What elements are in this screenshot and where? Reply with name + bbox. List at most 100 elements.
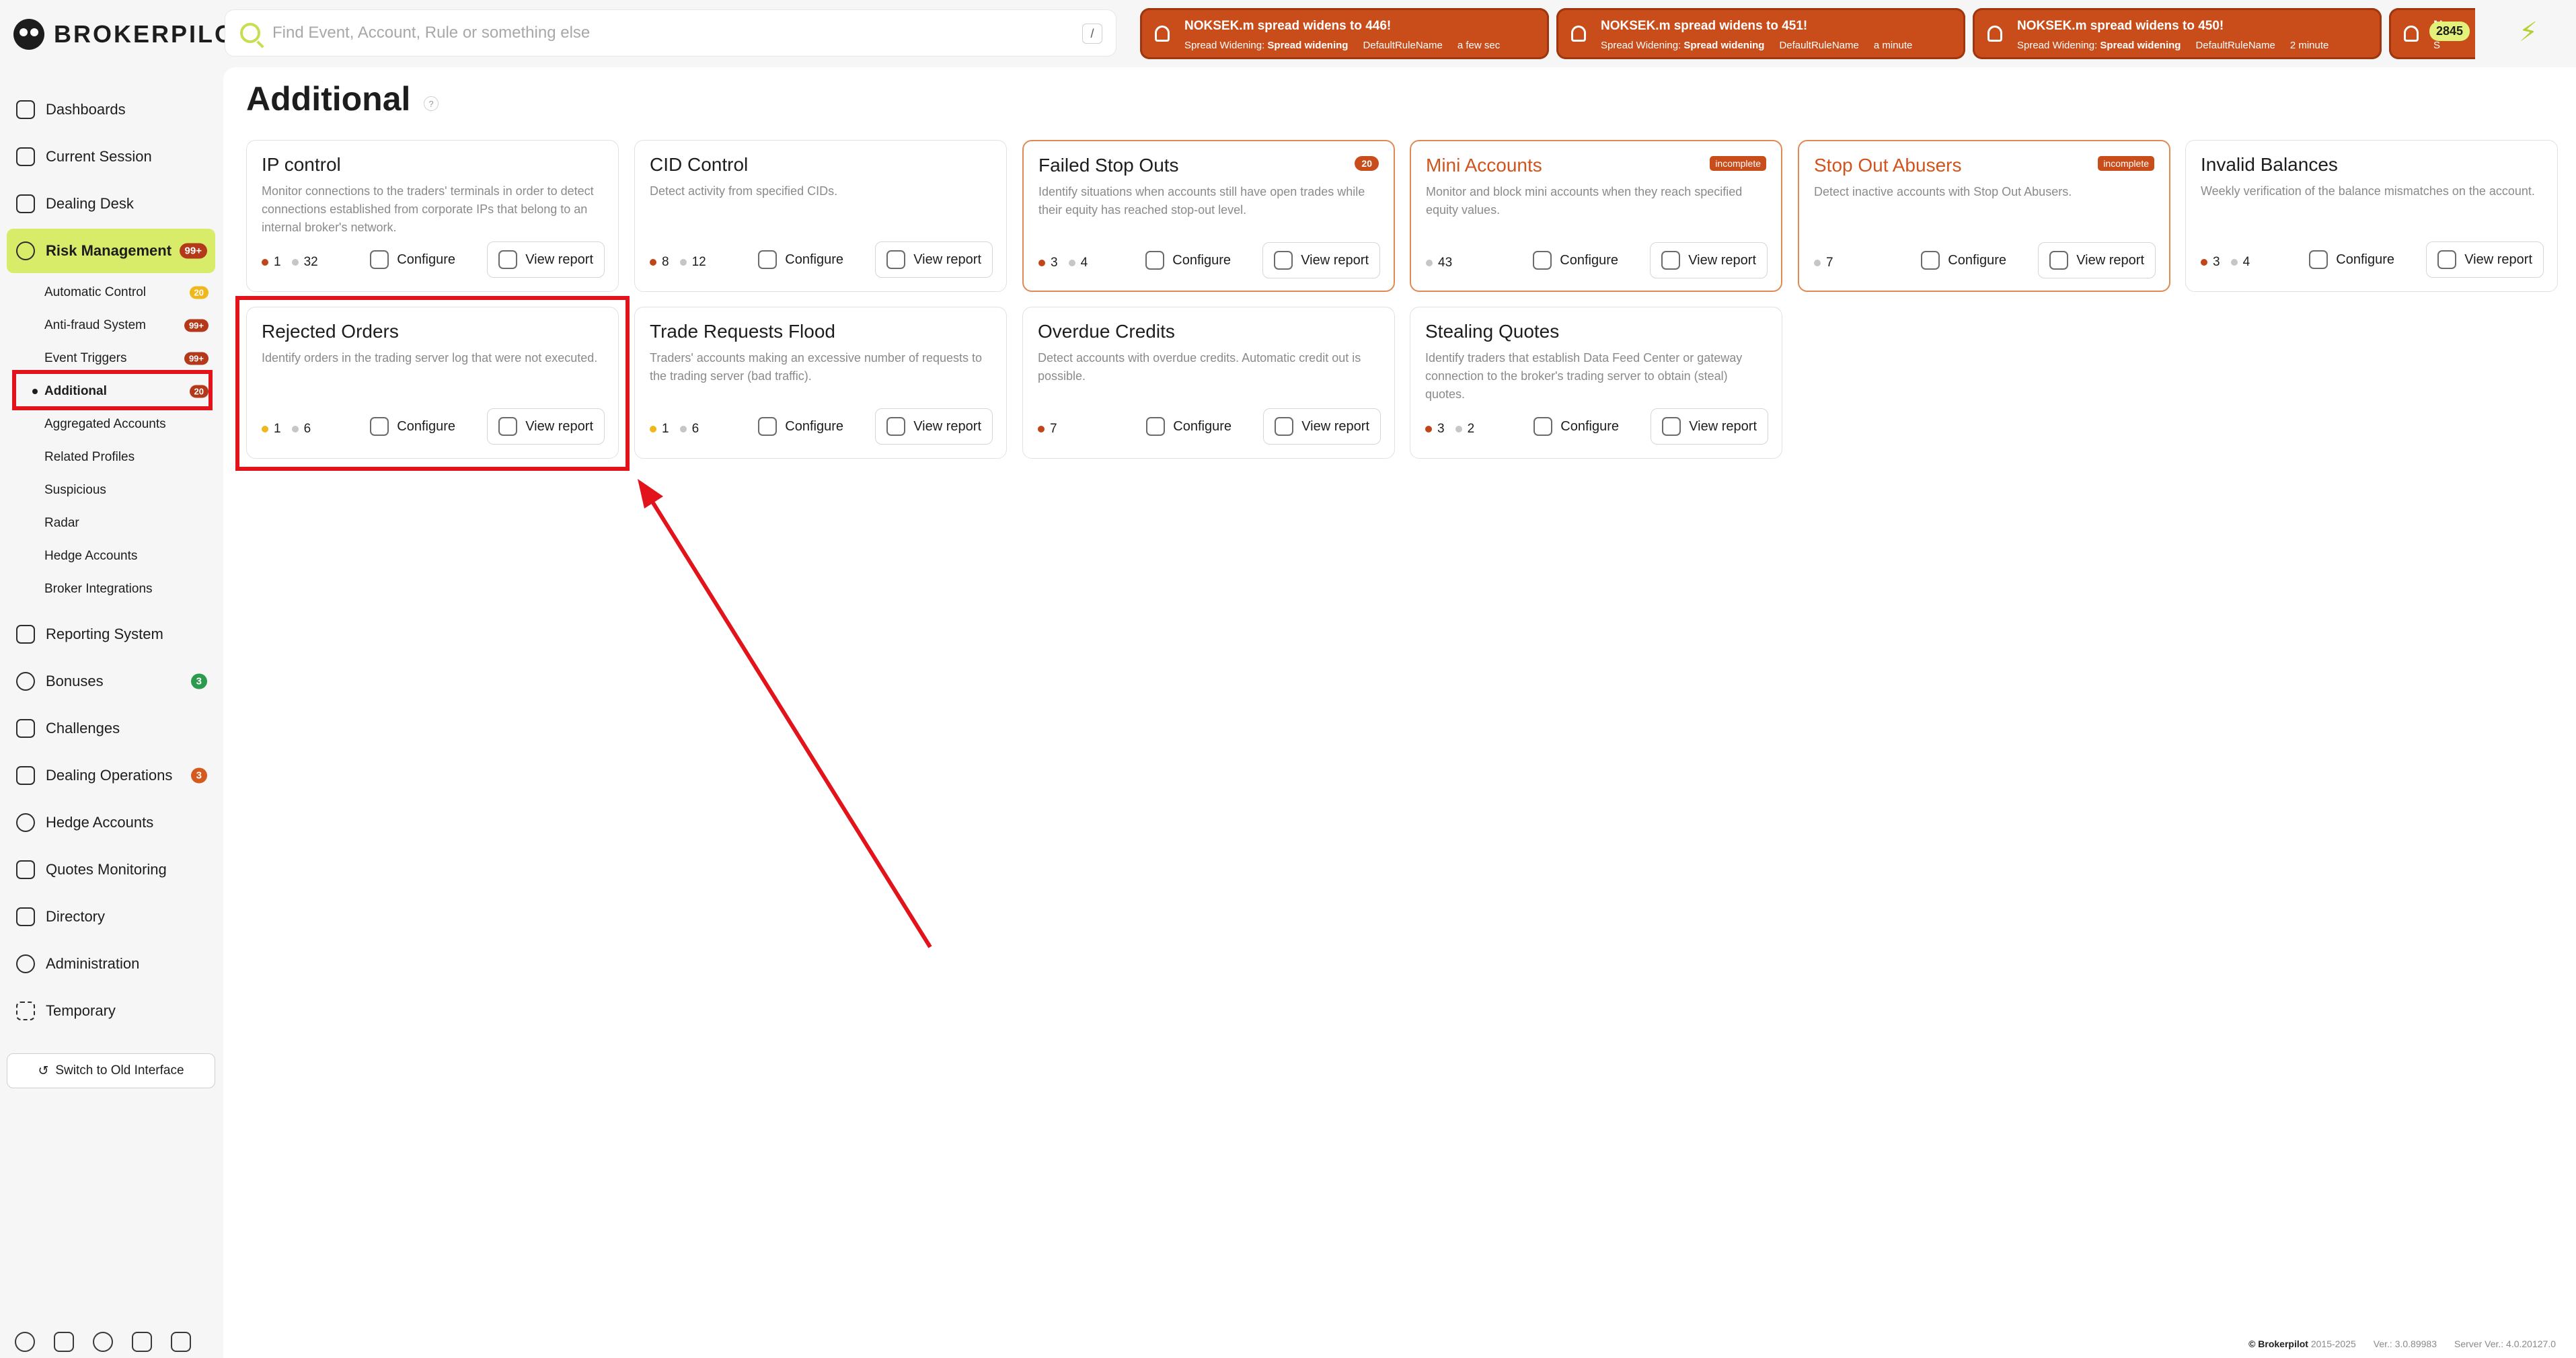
sub-item-additional[interactable]: Additional 20 [32, 375, 215, 408]
sidebar-footer [15, 1332, 191, 1352]
nav-item-hedge-accounts[interactable]: Hedge Accounts [7, 800, 215, 845]
view-report-button[interactable]: View report [1651, 408, 1768, 445]
configure-button[interactable]: Configure [1135, 408, 1242, 445]
nav-item-quotes-monitoring[interactable]: Quotes Monitoring [7, 847, 215, 892]
sub-item-suspicious[interactable]: Suspicious [44, 474, 215, 506]
nav-item-bonuses[interactable]: Bonuses 3 [7, 659, 215, 704]
card-failed-stop-outs[interactable]: Failed Stop Outs 20 Identify situations … [1022, 140, 1395, 292]
temporary-icon [16, 1002, 35, 1020]
configure-button[interactable]: Configure [747, 241, 854, 278]
button-label: Configure [1948, 252, 2006, 268]
configure-icon [1921, 251, 1940, 270]
alert-toast[interactable]: NOKSEK.m spread widens to 446! Spread Wi… [1140, 8, 1549, 59]
nav-item-current-session[interactable]: Current Session [7, 135, 215, 179]
brand-logo[interactable]: BROKERPILOT [13, 17, 252, 51]
card-title: Stop Out Abusers [1814, 155, 1962, 176]
nav-item-dealing-operations[interactable]: Dealing Operations 3 [7, 753, 215, 798]
card-trade-requests-flood[interactable]: Trade Requests Flood Traders' accounts m… [634, 307, 1007, 459]
card-count-badge: 20 [1355, 156, 1379, 171]
configure-icon [370, 417, 389, 436]
card-stop-out-abusers[interactable]: Stop Out Abusers incomplete Detect inact… [1798, 140, 2170, 292]
view-report-button[interactable]: View report [2426, 241, 2544, 278]
view-report-button[interactable]: View report [1263, 408, 1381, 445]
configure-button[interactable]: Configure [1522, 242, 1629, 278]
lightning-icon[interactable]: ⚡ [2519, 19, 2538, 46]
moon-icon[interactable] [93, 1332, 113, 1352]
stat-grey: 6 [291, 422, 311, 437]
alert-type-label: Spread Widening: [1184, 40, 1265, 51]
card-rejected-orders[interactable]: Rejected Orders Identify orders in the t… [246, 307, 619, 459]
configure-button[interactable]: Configure [359, 408, 466, 445]
card-stats: 3 4 [2201, 255, 2250, 270]
card-title: CID Control [650, 154, 749, 175]
configure-button[interactable]: Configure [747, 408, 854, 445]
admin-icon [16, 954, 35, 973]
global-search[interactable]: / [225, 9, 1116, 56]
alert-count-badge[interactable]: 2845 [2429, 22, 2470, 41]
monitor-icon[interactable] [54, 1332, 74, 1352]
configure-icon [758, 250, 778, 269]
view-report-button[interactable]: View report [875, 241, 993, 278]
card-stats: 3 4 [1038, 256, 1088, 270]
card-mini-accounts[interactable]: Mini Accounts incomplete Monitor and blo… [1410, 140, 1782, 292]
sub-item-anti-fraud[interactable]: Anti-fraud System 99+ [44, 309, 215, 342]
alert-toast[interactable]: NOKSEK.m spread widens to 451! Spread Wi… [1556, 8, 1965, 59]
view-report-button[interactable]: View report [487, 408, 605, 445]
stat-grey: 4 [1068, 256, 1088, 270]
configure-button[interactable]: Configure [359, 241, 466, 278]
nav-label: Dealing Operations [46, 767, 173, 784]
nav-item-administration[interactable]: Administration [7, 942, 215, 986]
help-icon[interactable]: ? [424, 96, 439, 111]
nav-item-challenges[interactable]: Challenges [7, 706, 215, 751]
card-stealing-quotes[interactable]: Stealing Quotes Identify traders that es… [1410, 307, 1782, 459]
view-report-button[interactable]: View report [875, 408, 993, 445]
nav-item-temporary[interactable]: Temporary [7, 989, 215, 1033]
risk-submenu: Automatic Control 20 Anti-fraud System 9… [7, 276, 215, 605]
card-stats: 7 [1814, 256, 1833, 270]
button-label: View report [913, 252, 981, 267]
stat-red: 1 [262, 255, 281, 270]
switch-old-interface-button[interactable]: ↺ Switch to Old Interface [7, 1053, 215, 1088]
sub-item-hedge-accounts[interactable]: Hedge Accounts [44, 539, 215, 572]
logout-icon[interactable] [171, 1332, 191, 1352]
configure-button[interactable]: Configure [1135, 242, 1242, 278]
card-ip-control[interactable]: IP control Monitor connections to the tr… [246, 140, 619, 292]
configure-button[interactable]: Configure [2298, 241, 2405, 278]
nav-label: Risk Management [46, 242, 172, 259]
alert-time: a few sec [1457, 40, 1501, 51]
sub-badge: 99+ [184, 319, 209, 332]
view-report-button[interactable]: View report [1262, 242, 1380, 278]
search-input[interactable] [272, 24, 1066, 42]
card-overdue-credits[interactable]: Overdue Credits Detect accounts with ove… [1022, 307, 1395, 459]
nav-item-dashboards[interactable]: Dashboards [7, 87, 215, 132]
settings-icon[interactable] [15, 1332, 35, 1352]
sub-item-event-triggers[interactable]: Event Triggers 99+ [44, 342, 215, 375]
nav-item-dealing-desk[interactable]: Dealing Desk [7, 182, 215, 226]
card-invalid-balances[interactable]: Invalid Balances Weekly verification of … [2185, 140, 2558, 292]
nav-item-directory[interactable]: Directory [7, 895, 215, 939]
card-title: IP control [262, 154, 341, 175]
alert-toast[interactable]: NOKSEK.m spread widens to 450! Spread Wi… [1973, 8, 2382, 59]
stat-grey: 32 [291, 255, 318, 270]
configure-button[interactable]: Configure [1523, 408, 1630, 445]
button-label: View report [2464, 252, 2532, 267]
bell-icon [2404, 26, 2419, 42]
sub-item-radar[interactable]: Radar [44, 506, 215, 539]
nav-item-reporting-system[interactable]: Reporting System [7, 612, 215, 656]
sub-item-automatic-control[interactable]: Automatic Control 20 [44, 276, 215, 309]
sub-item-related-profiles[interactable]: Related Profiles [44, 441, 215, 474]
nav-item-risk-management[interactable]: Risk Management 99+ [7, 229, 215, 273]
card-cid-control[interactable]: CID Control Detect activity from specifi… [634, 140, 1007, 292]
chart-off-icon[interactable] [132, 1332, 152, 1352]
view-report-button[interactable]: View report [1650, 242, 1768, 278]
configure-button[interactable]: Configure [1910, 242, 2017, 278]
sub-item-aggregated-accounts[interactable]: Aggregated Accounts [44, 408, 215, 441]
view-report-button[interactable]: View report [487, 241, 605, 278]
view-report-button[interactable]: View report [2038, 242, 2156, 278]
stat-grey: 6 [679, 422, 699, 437]
card-title: Stealing Quotes [1425, 321, 1560, 342]
sub-item-broker-integrations[interactable]: Broker Integrations [44, 572, 215, 605]
button-label: Configure [1560, 252, 1618, 268]
card-description: Detect activity from specified CIDs. [650, 184, 838, 198]
alert-rule: DefaultRuleName [1779, 40, 1859, 51]
